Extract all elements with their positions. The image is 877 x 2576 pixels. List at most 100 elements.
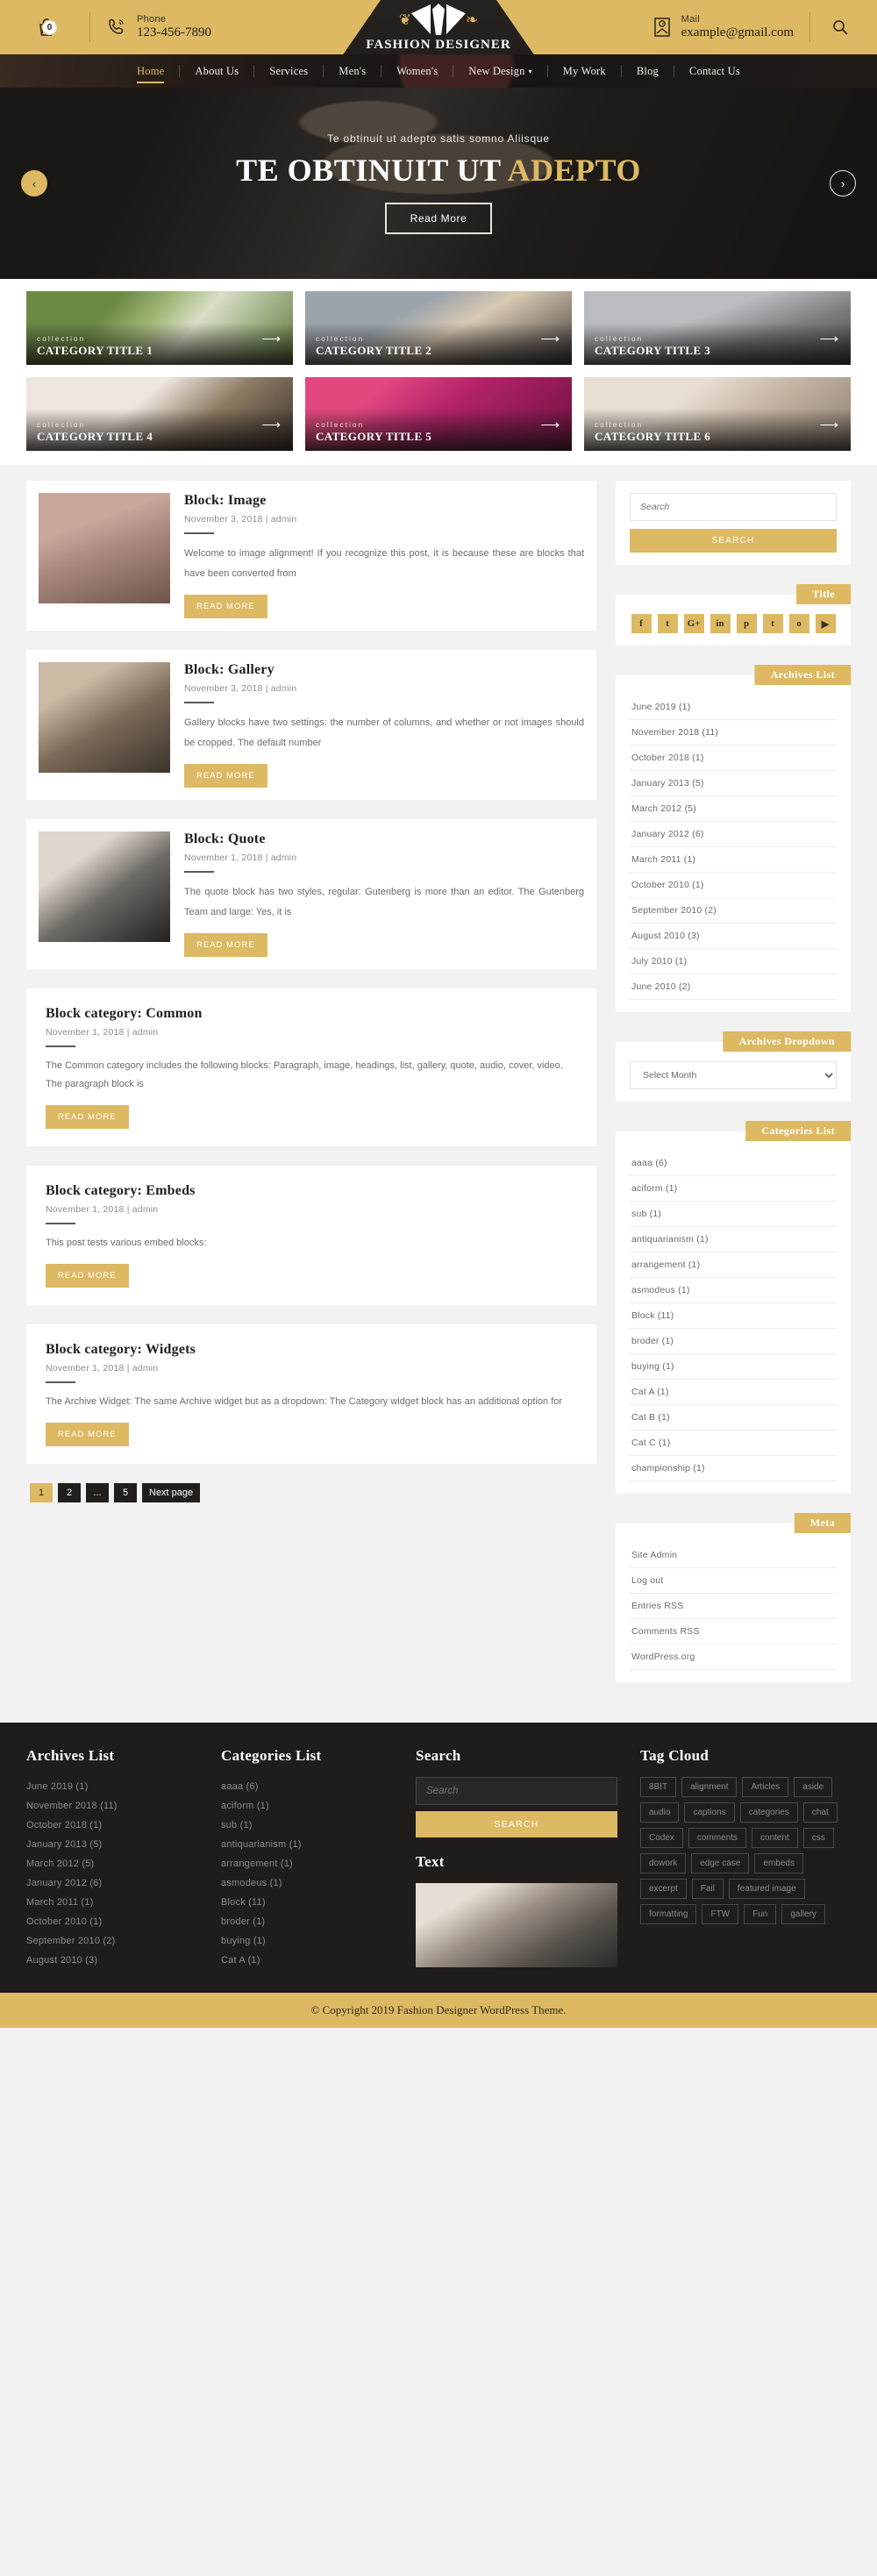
footer-archive-link[interactable]: September 2010 (2) [26,1931,198,1951]
arrow-right-icon[interactable]: ⟶ [261,332,281,346]
tag-link[interactable]: content [752,1828,798,1848]
meta-link[interactable]: Log out [630,1568,837,1594]
category-card[interactable]: collection CATEGORY TITLE 2 ⟶ [305,291,572,365]
post-thumbnail[interactable] [39,662,170,774]
category-link[interactable]: Cat B (1) [630,1405,837,1431]
footer-category-link[interactable]: Cat A (1) [221,1951,393,1970]
tag-link[interactable]: Articles [742,1777,789,1797]
archive-link[interactable]: March 2012 (5) [630,796,837,822]
tag-link[interactable]: captions [684,1802,735,1823]
arrow-right-icon[interactable]: ⟶ [819,332,838,346]
post-thumbnail[interactable] [39,831,170,943]
post-title[interactable]: Block: Gallery [184,662,584,678]
tag-link[interactable]: gallery [781,1904,825,1924]
category-link[interactable]: asmodeus (1) [630,1278,837,1303]
cart-button[interactable]: 0 [19,17,74,38]
category-card[interactable]: collection CATEGORY TITLE 3 ⟶ [584,291,851,365]
tag-link[interactable]: formatting [640,1904,697,1924]
category-link[interactable]: arrangement (1) [630,1252,837,1278]
phone-value[interactable]: 123-456-7890 [137,25,211,40]
footer-category-link[interactable]: buying (1) [221,1931,393,1951]
pagination-button[interactable]: 2 [58,1482,81,1502]
meta-link[interactable]: Site Admin [630,1543,837,1568]
footer-archive-link[interactable]: October 2010 (1) [26,1912,198,1931]
footer-archive-link[interactable]: August 2010 (3) [26,1951,198,1970]
footer-category-link[interactable]: antiquarianism (1) [221,1835,393,1854]
footer-category-link[interactable]: Block (11) [221,1893,393,1912]
pinterest-icon[interactable]: p [736,614,757,633]
archive-link[interactable]: November 2018 (11) [630,720,837,746]
nav-item-services[interactable]: Services [254,65,323,78]
hero-read-more-button[interactable]: Read More [384,203,493,235]
archive-link[interactable]: March 2011 (1) [630,847,837,873]
pagination-button[interactable]: ... [86,1482,109,1502]
archive-link[interactable]: August 2010 (3) [630,924,837,949]
archive-link[interactable]: October 2010 (1) [630,873,837,898]
mail-value[interactable]: example@gmail.com [681,25,794,40]
read-more-button[interactable]: READ MORE [184,764,267,788]
archive-link[interactable]: January 2013 (5) [630,771,837,796]
category-link[interactable]: aciform (1) [630,1176,837,1202]
category-link[interactable]: Block (11) [630,1303,837,1329]
meta-link[interactable]: Comments RSS [630,1619,837,1645]
footer-category-link[interactable]: asmodeus (1) [221,1873,393,1893]
site-logo[interactable]: ❦ ❧ FASHION DESIGNER [324,2,553,53]
tag-link[interactable]: categories [739,1802,798,1823]
pagination-button[interactable]: Next page [142,1482,201,1502]
post-title[interactable]: Block: Image [184,493,584,509]
tag-link[interactable]: edge case [691,1853,750,1873]
footer-archive-link[interactable]: January 2012 (6) [26,1873,198,1893]
category-card[interactable]: collection CATEGORY TITLE 5 ⟶ [305,377,572,451]
footer-search-input[interactable] [416,1777,617,1805]
nav-item-my-work[interactable]: My Work [548,65,621,78]
meta-link[interactable]: WordPress.org [630,1645,837,1670]
archive-link[interactable]: June 2019 (1) [630,695,837,720]
footer-archive-link[interactable]: March 2012 (5) [26,1854,198,1873]
read-more-button[interactable]: READ MORE [184,595,267,619]
post-title[interactable]: Block category: Embeds [46,1183,577,1199]
post-title[interactable]: Block category: Common [46,1006,577,1022]
category-link[interactable]: Cat A (1) [630,1380,837,1405]
archive-link[interactable]: September 2010 (2) [630,898,837,924]
arrow-right-icon[interactable]: ⟶ [540,332,560,346]
google-plus-icon[interactable]: G+ [683,614,704,633]
category-link[interactable]: aaaa (6) [630,1151,837,1176]
search-toggle-button[interactable] [826,18,854,36]
footer-category-link[interactable]: arrangement (1) [221,1854,393,1873]
youtube-icon[interactable]: ▶ [815,614,836,633]
linkedin-icon[interactable]: in [709,614,731,633]
footer-archive-link[interactable]: October 2018 (1) [26,1816,198,1835]
category-card[interactable]: collection CATEGORY TITLE 4 ⟶ [26,377,293,451]
category-link[interactable]: championship (1) [630,1456,837,1481]
post-title[interactable]: Block category: Widgets [46,1342,577,1358]
sidebar-search-input[interactable] [630,493,837,521]
tag-link[interactable]: audio [640,1802,680,1823]
read-more-button[interactable]: READ MORE [46,1105,129,1130]
sidebar-search-button[interactable]: SEARCH [630,529,837,553]
category-card[interactable]: collection CATEGORY TITLE 1 ⟶ [26,291,293,365]
tag-link[interactable]: 8BIT [640,1777,677,1797]
category-link[interactable]: sub (1) [630,1202,837,1227]
footer-archive-link[interactable]: November 2018 (11) [26,1796,198,1816]
nav-item-women-s[interactable]: Women's [381,65,453,78]
footer-archive-link[interactable]: January 2013 (5) [26,1835,198,1854]
footer-category-link[interactable]: sub (1) [221,1816,393,1835]
category-card[interactable]: collection CATEGORY TITLE 6 ⟶ [584,377,851,451]
category-link[interactable]: buying (1) [630,1354,837,1380]
tag-link[interactable]: excerpt [640,1879,687,1899]
tag-link[interactable]: aside [794,1777,833,1797]
arrow-right-icon[interactable]: ⟶ [819,418,838,432]
archive-link[interactable]: June 2010 (2) [630,974,837,1000]
tag-link[interactable]: embeds [754,1853,803,1873]
footer-category-link[interactable]: aciform (1) [221,1796,393,1816]
meta-link[interactable]: Entries RSS [630,1594,837,1619]
read-more-button[interactable]: READ MORE [184,933,267,958]
arrow-right-icon[interactable]: ⟶ [261,418,281,432]
tag-link[interactable]: Fail [691,1879,724,1899]
nav-item-contact-us[interactable]: Contact Us [674,65,755,78]
footer-archive-link[interactable]: March 2011 (1) [26,1893,198,1912]
arrow-right-icon[interactable]: ⟶ [540,418,560,432]
nav-item-new-design[interactable]: New Design ▾ [453,65,546,78]
category-link[interactable]: Cat C (1) [630,1431,837,1456]
nav-item-about-us[interactable]: About Us [180,65,253,78]
